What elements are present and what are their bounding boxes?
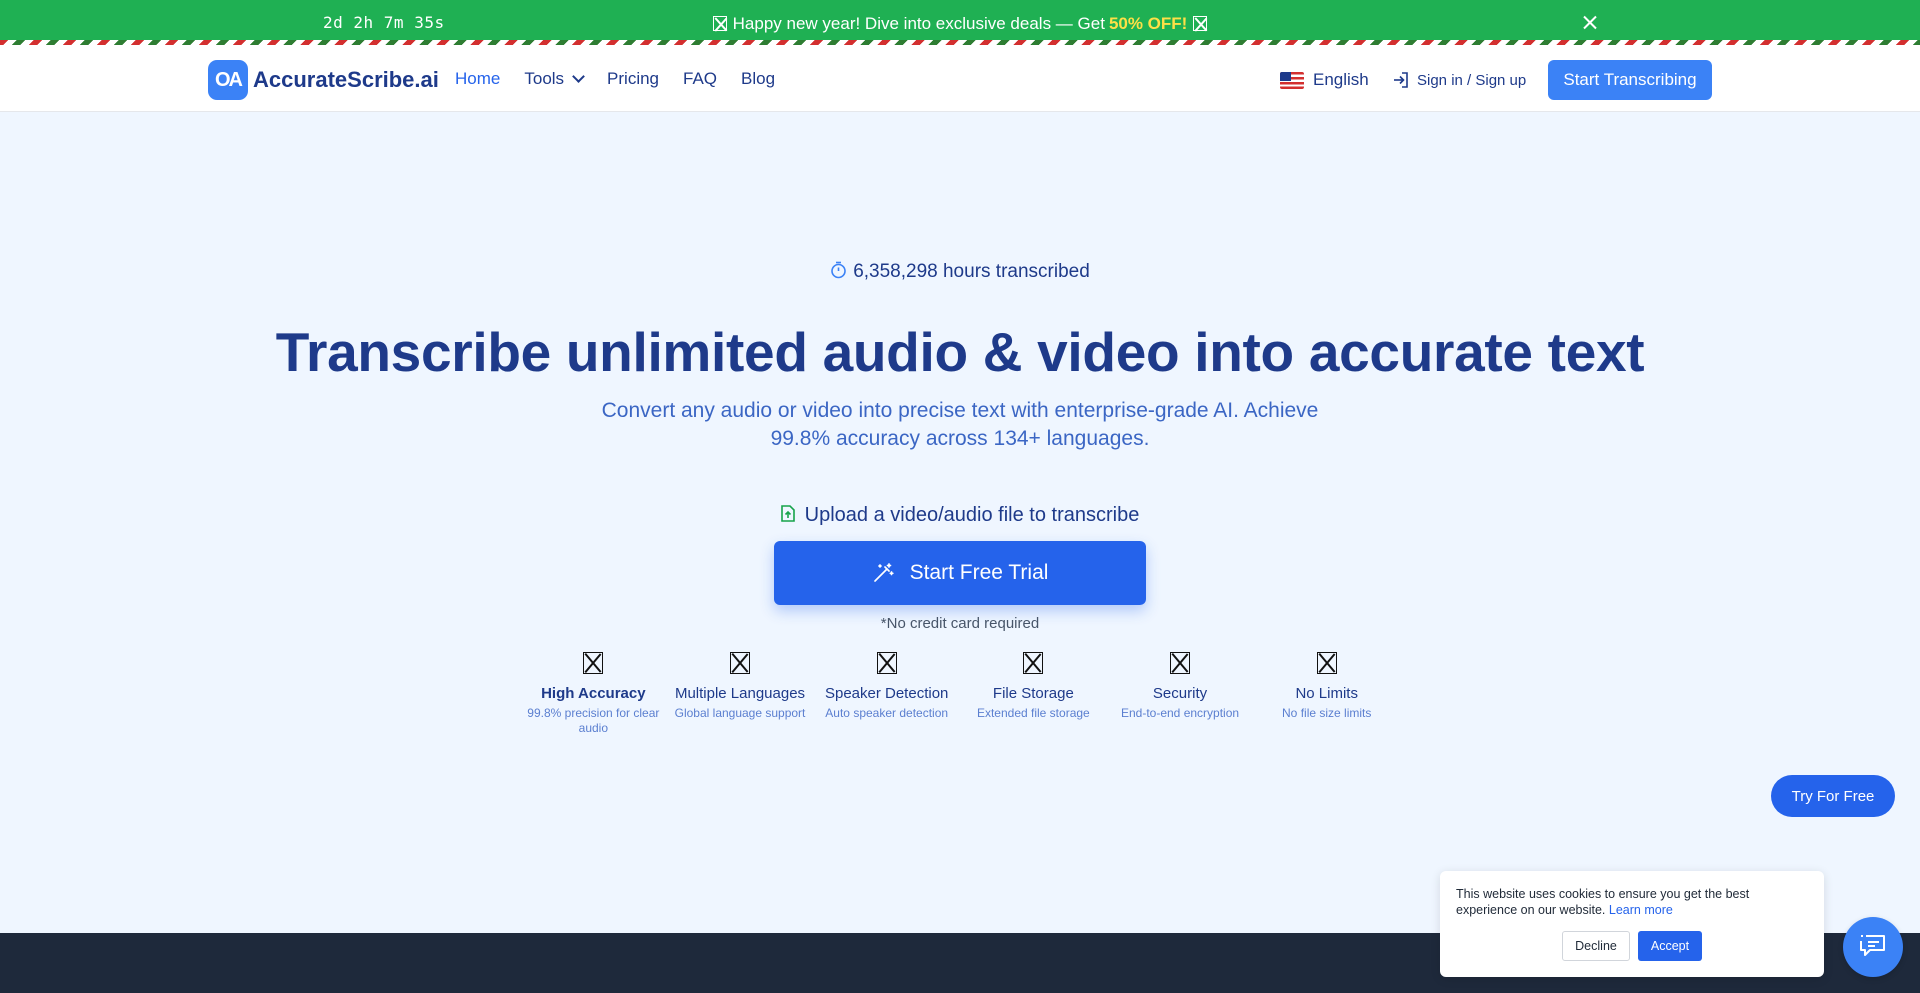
accept-button[interactable]: Accept bbox=[1638, 931, 1702, 961]
language-selector[interactable]: English bbox=[1280, 70, 1369, 90]
feature-title: File Storage bbox=[992, 685, 1074, 702]
feature-desc: End-to-end encryption bbox=[1120, 706, 1240, 720]
promo-message: Happy new year! Dive into exclusive deal… bbox=[0, 14, 1920, 34]
hours-stat-text: 6,358,298 hours transcribed bbox=[853, 261, 1090, 282]
feature-list: High Accuracy 99.8% precision for clear … bbox=[520, 652, 1400, 736]
nav-home[interactable]: Home bbox=[455, 69, 500, 89]
us-flag-icon bbox=[1280, 71, 1304, 89]
feature-title: Multiple Languages bbox=[674, 685, 806, 702]
cookie-banner: This website uses cookies to ensure you … bbox=[1440, 871, 1824, 977]
cookie-text: This website uses cookies to ensure you … bbox=[1456, 886, 1776, 918]
promo-banner: 2d 2h 7m 35s Happy new year! Dive into e… bbox=[0, 0, 1920, 45]
top-nav: OA AccurateScribe.ai Home Tools Pricing … bbox=[0, 45, 1920, 112]
feature-title: Security bbox=[1152, 685, 1208, 702]
feature-desc: Global language support bbox=[674, 706, 806, 720]
decline-button[interactable]: Decline bbox=[1562, 931, 1630, 961]
feature-speaker-detection: Speaker Detection Auto speaker detection bbox=[813, 652, 960, 736]
login-icon bbox=[1394, 72, 1408, 88]
missing-glyph-icon bbox=[1316, 652, 1337, 674]
gift-icon bbox=[1193, 16, 1208, 31]
feature-desc: 99.8% precision for clear audio bbox=[527, 706, 660, 735]
cookie-message: This website uses cookies to ensure you … bbox=[1456, 887, 1750, 917]
chat-bubble-icon bbox=[1860, 935, 1885, 956]
gift-icon bbox=[712, 16, 727, 31]
close-icon[interactable] bbox=[1579, 12, 1601, 34]
promo-text: Happy new year! Dive into exclusive deal… bbox=[732, 14, 1105, 33]
logo[interactable]: OA AccurateScribe.ai bbox=[208, 60, 439, 100]
start-transcribing-button[interactable]: Start Transcribing bbox=[1548, 60, 1712, 100]
feature-title: Speaker Detection bbox=[824, 685, 949, 702]
upload-label: Upload a video/audio file to transcribe bbox=[0, 504, 1920, 527]
start-free-trial-label: Start Free Trial bbox=[909, 561, 1049, 584]
magic-wand-icon bbox=[873, 563, 894, 582]
feature-multiple-languages: Multiple Languages Global language suppo… bbox=[667, 652, 814, 736]
brand-name: AccurateScribe.ai bbox=[253, 67, 439, 92]
feature-security: Security End-to-end encryption bbox=[1107, 652, 1254, 736]
learn-more-link[interactable]: Learn more bbox=[1609, 903, 1673, 917]
start-free-trial-button[interactable]: Start Free Trial bbox=[774, 541, 1146, 605]
logo-mark: OA bbox=[208, 60, 248, 100]
nav-blog[interactable]: Blog bbox=[741, 69, 775, 89]
hero-subheadline: Convert any audio or video into precise … bbox=[601, 399, 1319, 450]
feature-file-storage: File Storage Extended file storage bbox=[960, 652, 1107, 736]
feature-desc: No file size limits bbox=[1282, 706, 1372, 720]
file-upload-icon bbox=[780, 505, 795, 522]
hero-headline: Transcribe unlimited audio & video into … bbox=[275, 321, 1645, 383]
no-credit-card-note: *No credit card required bbox=[880, 615, 1040, 632]
hours-stat: 6,358,298 hours transcribed bbox=[0, 261, 1920, 283]
missing-glyph-icon bbox=[1023, 652, 1044, 674]
try-for-free-button[interactable]: Try For Free bbox=[1771, 775, 1895, 817]
nav-links: Home Tools Pricing FAQ Blog bbox=[455, 69, 799, 89]
signin-label: Sign in / Sign up bbox=[1417, 71, 1527, 89]
feature-desc: Extended file storage bbox=[976, 706, 1090, 720]
signin-link[interactable]: Sign in / Sign up bbox=[1392, 71, 1526, 89]
feature-title: High Accuracy bbox=[541, 685, 646, 702]
promo-deal: 50% OFF! bbox=[1108, 14, 1188, 33]
nav-pricing[interactable]: Pricing bbox=[607, 69, 659, 89]
nav-tools-label: Tools bbox=[524, 69, 565, 88]
missing-glyph-icon bbox=[1170, 652, 1191, 674]
missing-glyph-icon bbox=[876, 652, 897, 674]
upload-label-text: Upload a video/audio file to transcribe bbox=[804, 504, 1140, 526]
feature-high-accuracy: High Accuracy 99.8% precision for clear … bbox=[520, 652, 667, 736]
missing-glyph-icon bbox=[730, 652, 750, 674]
cookie-actions: Decline Accept bbox=[1562, 931, 1702, 961]
feature-no-limits: No Limits No file size limits bbox=[1253, 652, 1400, 736]
missing-glyph-icon bbox=[583, 652, 604, 674]
stopwatch-icon bbox=[831, 261, 846, 279]
language-label: English bbox=[1313, 70, 1369, 89]
nav-tools[interactable]: Tools bbox=[524, 69, 585, 89]
nav-faq[interactable]: FAQ bbox=[683, 69, 717, 89]
chevron-down-icon bbox=[572, 70, 585, 83]
chat-launcher-button[interactable] bbox=[1843, 917, 1903, 977]
feature-title: No Limits bbox=[1295, 685, 1358, 702]
feature-desc: Auto speaker detection bbox=[825, 706, 949, 720]
